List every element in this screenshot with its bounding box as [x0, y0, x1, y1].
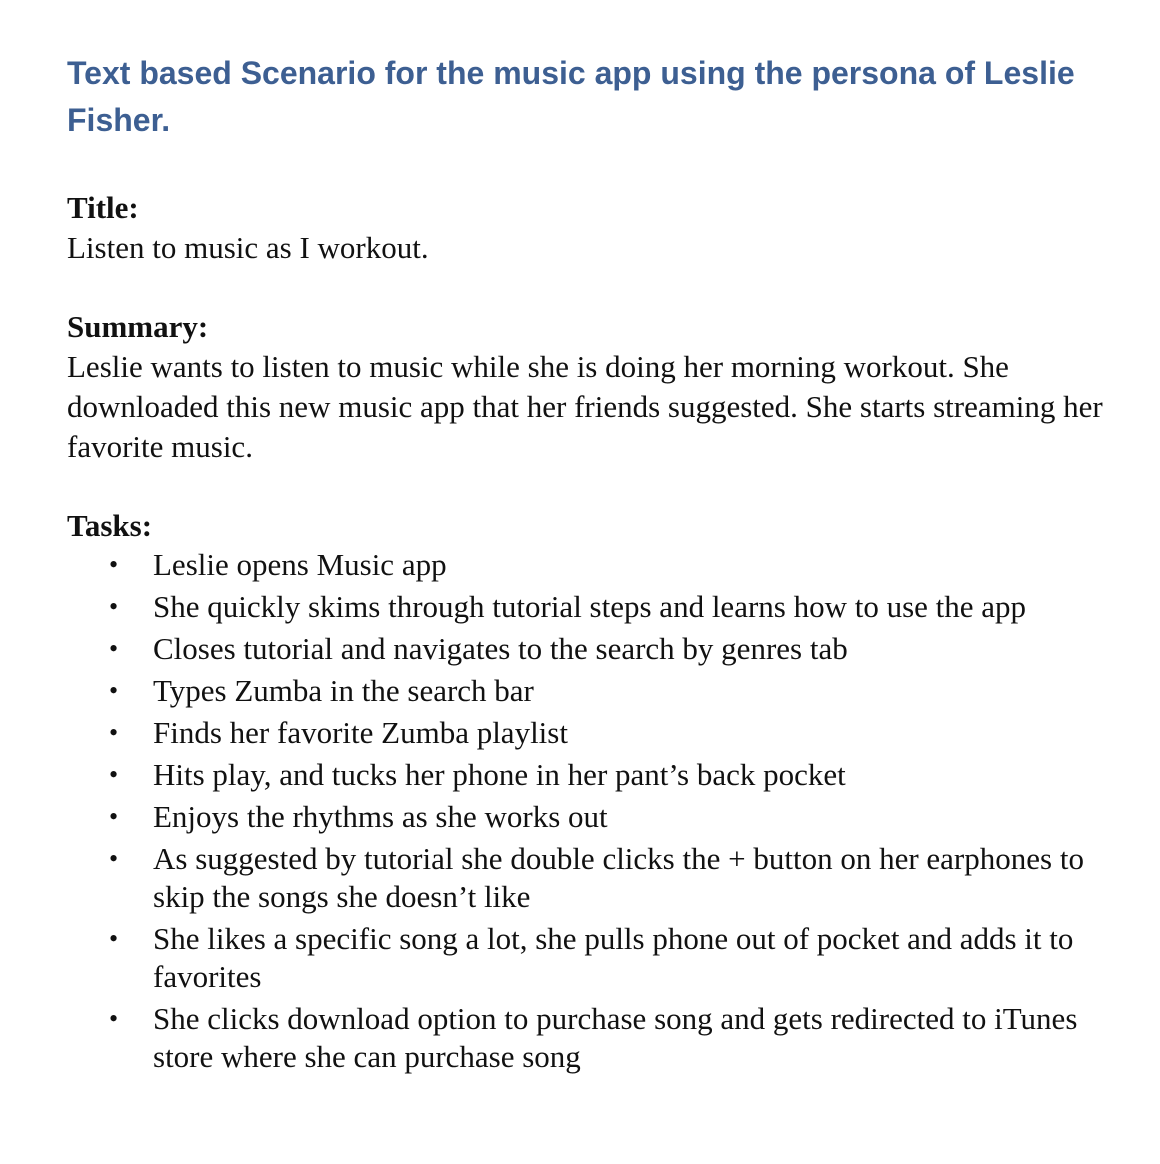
task-item: • Hits play, and tucks her phone in her p… [67, 756, 1127, 794]
task-text: She likes a specific song a lot, she pul… [153, 921, 1074, 994]
bullet-icon: • [109, 718, 119, 747]
task-text: Types Zumba in the search bar [153, 673, 534, 708]
bullet-icon: • [109, 634, 119, 663]
document-page: Text based Scenario for the music app us… [67, 50, 1127, 1080]
bullet-icon: • [109, 924, 119, 953]
document-title: Text based Scenario for the music app us… [67, 55, 1075, 138]
task-text: She clicks download option to purchase s… [153, 1001, 1078, 1074]
task-text: Hits play, and tucks her phone in her pa… [153, 757, 846, 792]
bullet-icon: • [109, 676, 119, 705]
task-list: • Leslie opens Music app • She quickly ski… [67, 546, 1127, 1076]
summary-heading: Summary: [67, 309, 209, 344]
task-item: • She quickly skims through tutorial step… [67, 588, 1127, 626]
tasks-section: Tasks: • Leslie opens Music app • She quic… [67, 506, 1127, 1076]
task-item: • She clicks download option to purchase … [67, 1000, 1127, 1076]
summary-section: Summary: Leslie wants to listen to music… [67, 307, 1127, 467]
task-item: • She likes a specific song a lot, she pu… [67, 920, 1127, 996]
task-item: • As suggested by tutorial she double cli… [67, 840, 1127, 916]
task-text: Leslie opens Music app [153, 547, 447, 582]
task-item: • Types Zumba in the search bar [67, 672, 1127, 710]
tasks-heading: Tasks: [67, 508, 153, 543]
bullet-icon: • [109, 802, 119, 831]
task-text: As suggested by tutorial she double clic… [153, 841, 1084, 914]
task-item: • Leslie opens Music app [67, 546, 1127, 584]
bullet-icon: • [109, 760, 119, 789]
title-text: Listen to music as I workout. [67, 230, 429, 265]
summary-text: Leslie wants to listen to music while sh… [67, 349, 1103, 464]
task-text: Enjoys the rhythms as she works out [153, 799, 608, 834]
bullet-icon: • [109, 1004, 119, 1033]
title-section: Title: Listen to music as I workout. [67, 188, 1127, 268]
task-text: Closes tutorial and navigates to the sea… [153, 631, 848, 666]
task-item: • Finds her favorite Zumba playlist [67, 714, 1127, 752]
task-item: • Enjoys the rhythms as she works out [67, 798, 1127, 836]
bullet-icon: • [109, 844, 119, 873]
task-text: Finds her favorite Zumba playlist [153, 715, 568, 750]
bullet-icon: • [109, 550, 119, 579]
task-text: She quickly skims through tutorial steps… [153, 589, 1027, 624]
bullet-icon: • [109, 592, 119, 621]
task-item: • Closes tutorial and navigates to the se… [67, 630, 1127, 668]
title-heading: Title: [67, 190, 139, 225]
